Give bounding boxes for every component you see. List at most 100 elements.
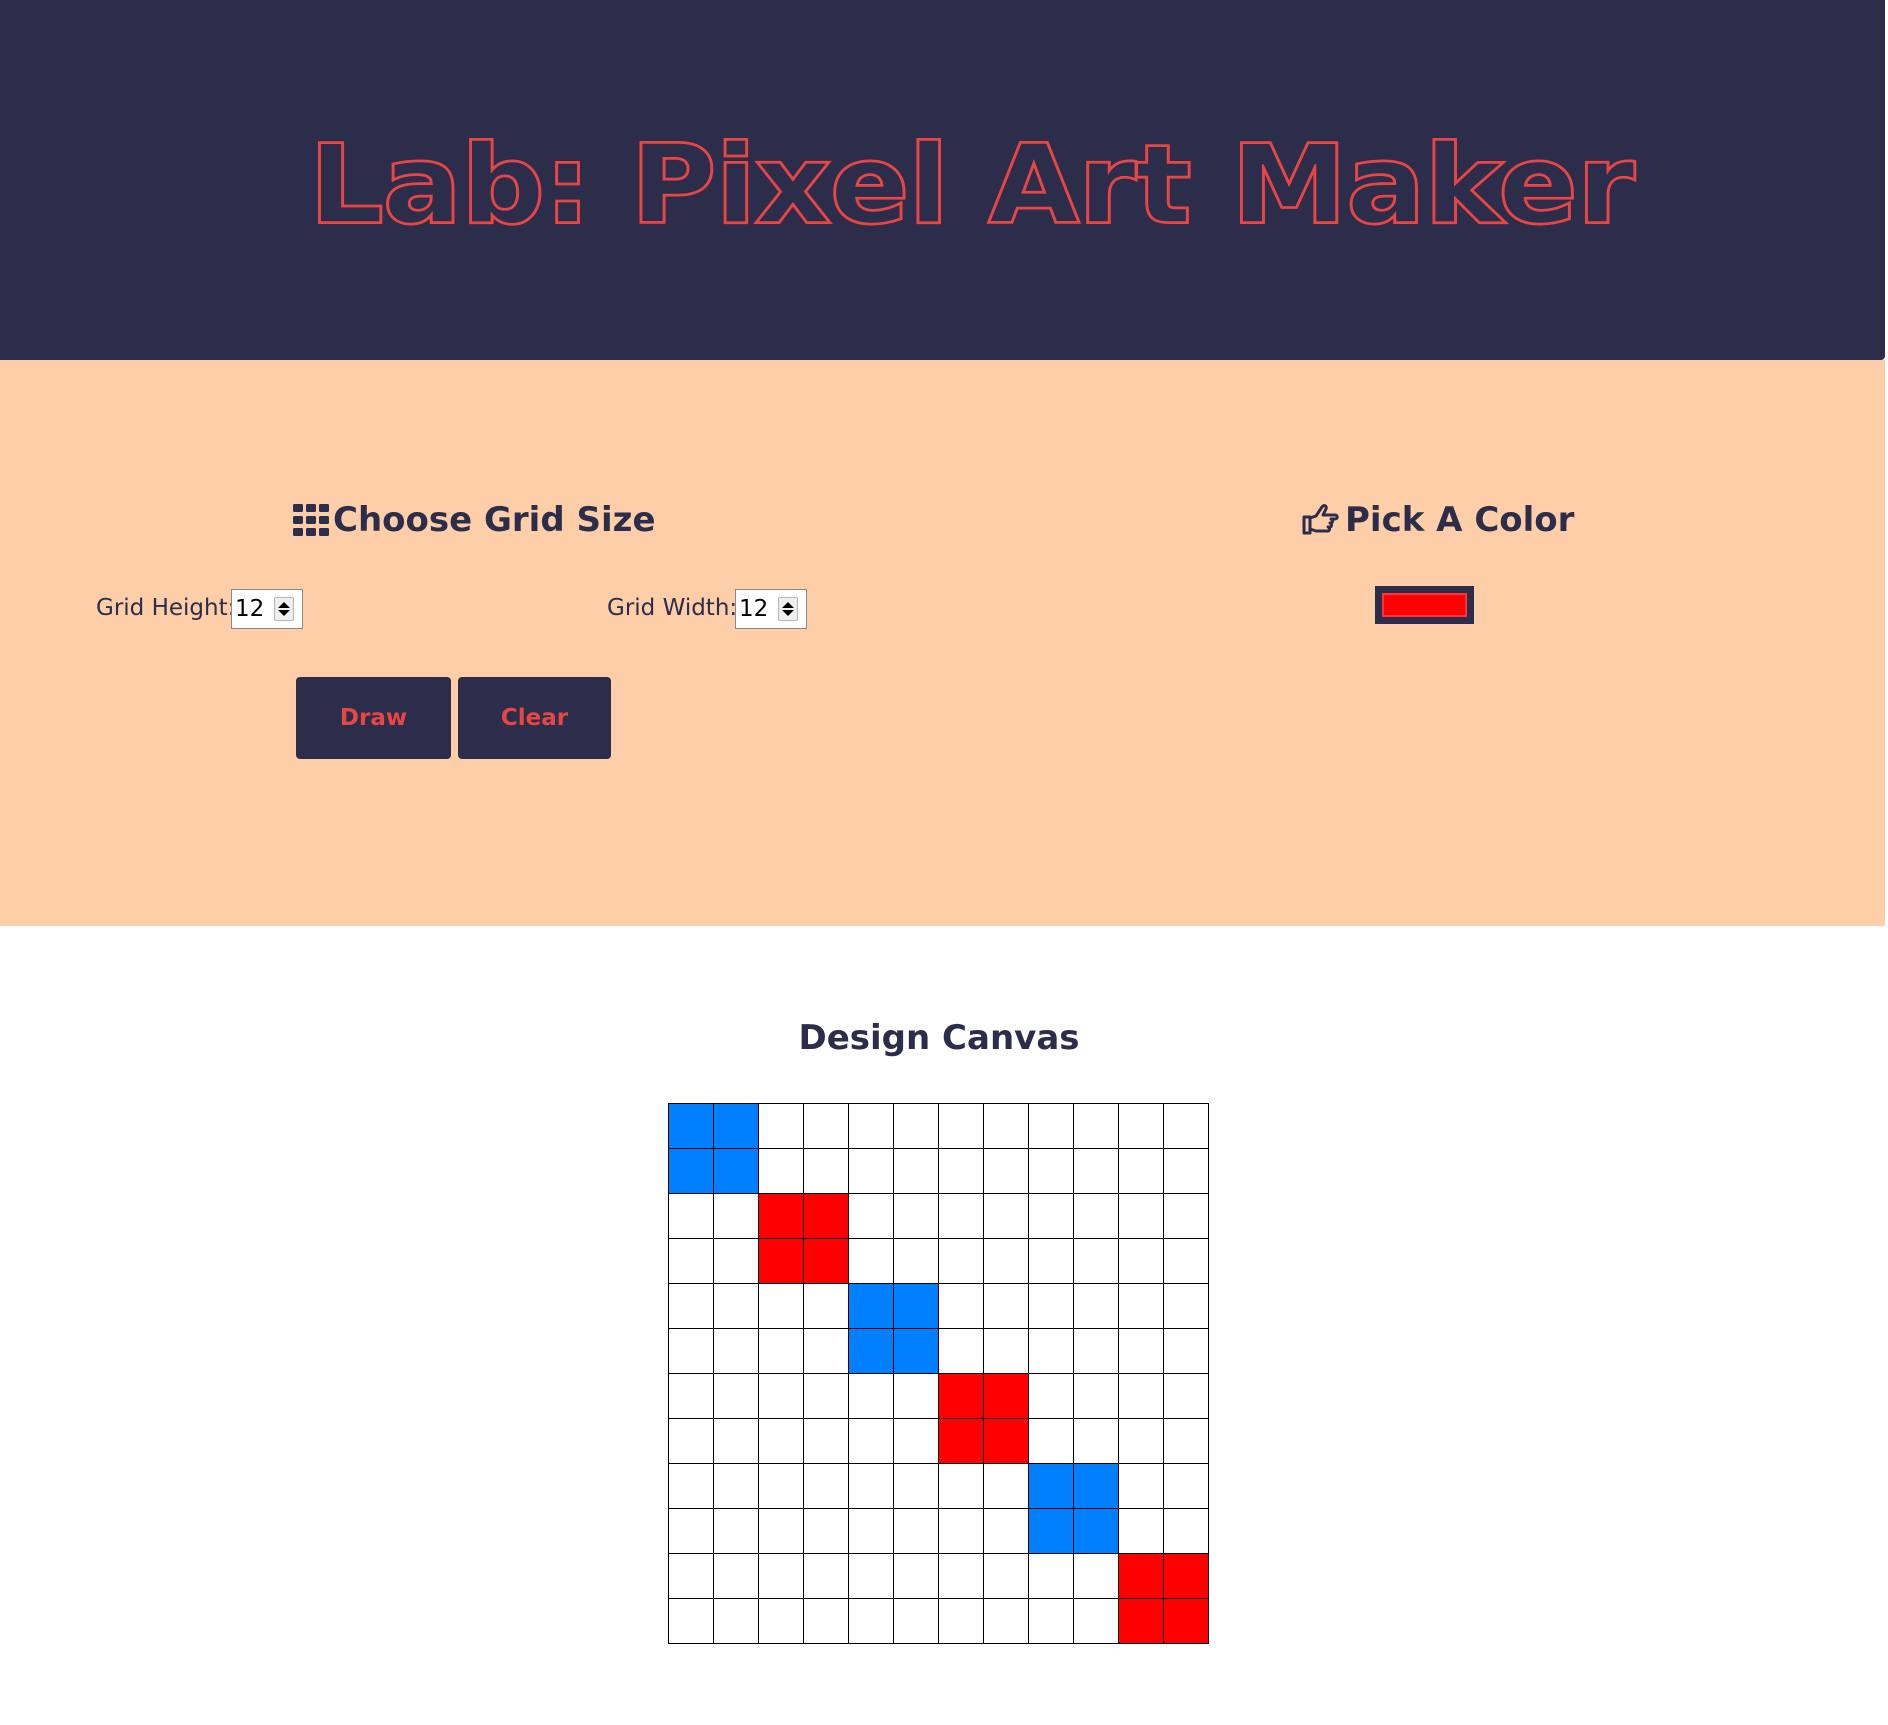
canvas-cell[interactable] (1163, 1283, 1209, 1329)
canvas-cell[interactable] (983, 1418, 1029, 1464)
canvas-cell[interactable] (848, 1328, 894, 1374)
canvas-cell[interactable] (1073, 1463, 1119, 1509)
canvas-cell[interactable] (1073, 1373, 1119, 1419)
canvas-cell[interactable] (758, 1598, 804, 1644)
canvas-cell[interactable] (803, 1373, 849, 1419)
canvas-cell[interactable] (803, 1553, 849, 1599)
canvas-cell[interactable] (938, 1508, 984, 1554)
canvas-cell[interactable] (713, 1418, 759, 1464)
canvas-cell[interactable] (938, 1553, 984, 1599)
canvas-cell[interactable] (758, 1418, 804, 1464)
canvas-cell[interactable] (668, 1103, 714, 1149)
canvas-cell[interactable] (938, 1373, 984, 1419)
canvas-cell[interactable] (1073, 1553, 1119, 1599)
canvas-cell[interactable] (848, 1508, 894, 1554)
canvas-cell[interactable] (668, 1283, 714, 1329)
canvas-cell[interactable] (758, 1193, 804, 1239)
canvas-cell[interactable] (848, 1238, 894, 1284)
canvas-cell[interactable] (1163, 1463, 1209, 1509)
canvas-cell[interactable] (1028, 1373, 1074, 1419)
canvas-cell[interactable] (1118, 1553, 1164, 1599)
canvas-cell[interactable] (668, 1418, 714, 1464)
canvas-cell[interactable] (983, 1508, 1029, 1554)
canvas-cell[interactable] (983, 1553, 1029, 1599)
canvas-cell[interactable] (1028, 1553, 1074, 1599)
canvas-cell[interactable] (983, 1238, 1029, 1284)
canvas-cell[interactable] (713, 1553, 759, 1599)
canvas-cell[interactable] (893, 1193, 939, 1239)
canvas-cell[interactable] (848, 1148, 894, 1194)
canvas-cell[interactable] (803, 1598, 849, 1644)
canvas-cell[interactable] (938, 1463, 984, 1509)
canvas-cell[interactable] (758, 1373, 804, 1419)
canvas-cell[interactable] (1028, 1238, 1074, 1284)
canvas-cell[interactable] (893, 1238, 939, 1284)
canvas-cell[interactable] (1073, 1148, 1119, 1194)
canvas-cell[interactable] (1028, 1283, 1074, 1329)
canvas-cell[interactable] (893, 1508, 939, 1554)
canvas-cell[interactable] (1118, 1328, 1164, 1374)
canvas-cell[interactable] (1073, 1283, 1119, 1329)
canvas-cell[interactable] (758, 1463, 804, 1509)
canvas-cell[interactable] (848, 1283, 894, 1329)
canvas-cell[interactable] (1028, 1418, 1074, 1464)
canvas-cell[interactable] (1118, 1373, 1164, 1419)
canvas-cell[interactable] (1163, 1508, 1209, 1554)
canvas-cell[interactable] (983, 1103, 1029, 1149)
canvas-cell[interactable] (668, 1373, 714, 1419)
canvas-cell[interactable] (758, 1553, 804, 1599)
canvas-cell[interactable] (758, 1238, 804, 1284)
canvas-cell[interactable] (803, 1328, 849, 1374)
canvas-cell[interactable] (803, 1508, 849, 1554)
canvas-cell[interactable] (713, 1508, 759, 1554)
grid-width-stepper[interactable] (778, 597, 798, 621)
canvas-cell[interactable] (1163, 1598, 1209, 1644)
canvas-cell[interactable] (1073, 1508, 1119, 1554)
canvas-cell[interactable] (803, 1418, 849, 1464)
canvas-cell[interactable] (803, 1148, 849, 1194)
canvas-cell[interactable] (668, 1463, 714, 1509)
color-picker-input[interactable] (1375, 586, 1474, 624)
canvas-cell[interactable] (713, 1193, 759, 1239)
canvas-cell[interactable] (938, 1418, 984, 1464)
canvas-cell[interactable] (893, 1418, 939, 1464)
canvas-cell[interactable] (803, 1463, 849, 1509)
canvas-cell[interactable] (1073, 1598, 1119, 1644)
canvas-cell[interactable] (983, 1148, 1029, 1194)
canvas-cell[interactable] (1118, 1463, 1164, 1509)
canvas-cell[interactable] (1163, 1103, 1209, 1149)
canvas-cell[interactable] (713, 1463, 759, 1509)
canvas-cell[interactable] (1028, 1598, 1074, 1644)
canvas-cell[interactable] (848, 1598, 894, 1644)
canvas-cell[interactable] (758, 1148, 804, 1194)
canvas-cell[interactable] (713, 1598, 759, 1644)
canvas-cell[interactable] (668, 1193, 714, 1239)
canvas-cell[interactable] (983, 1328, 1029, 1374)
canvas-cell[interactable] (938, 1238, 984, 1284)
canvas-cell[interactable] (893, 1148, 939, 1194)
canvas-cell[interactable] (983, 1598, 1029, 1644)
canvas-cell[interactable] (1118, 1238, 1164, 1284)
canvas-cell[interactable] (668, 1553, 714, 1599)
canvas-cell[interactable] (1118, 1148, 1164, 1194)
canvas-cell[interactable] (1163, 1193, 1209, 1239)
canvas-cell[interactable] (758, 1508, 804, 1554)
canvas-cell[interactable] (1073, 1328, 1119, 1374)
canvas-cell[interactable] (938, 1328, 984, 1374)
canvas-cell[interactable] (893, 1103, 939, 1149)
canvas-cell[interactable] (1028, 1328, 1074, 1374)
canvas-cell[interactable] (983, 1283, 1029, 1329)
canvas-cell[interactable] (848, 1373, 894, 1419)
canvas-cell[interactable] (1163, 1553, 1209, 1599)
canvas-cell[interactable] (758, 1283, 804, 1329)
clear-button[interactable]: Clear (458, 677, 611, 759)
canvas-cell[interactable] (1118, 1193, 1164, 1239)
canvas-cell[interactable] (1163, 1238, 1209, 1284)
canvas-cell[interactable] (803, 1193, 849, 1239)
canvas-cell[interactable] (1118, 1598, 1164, 1644)
canvas-cell[interactable] (713, 1238, 759, 1284)
canvas-cell[interactable] (848, 1463, 894, 1509)
canvas-cell[interactable] (1028, 1148, 1074, 1194)
canvas-cell[interactable] (848, 1103, 894, 1149)
canvas-cell[interactable] (803, 1283, 849, 1329)
